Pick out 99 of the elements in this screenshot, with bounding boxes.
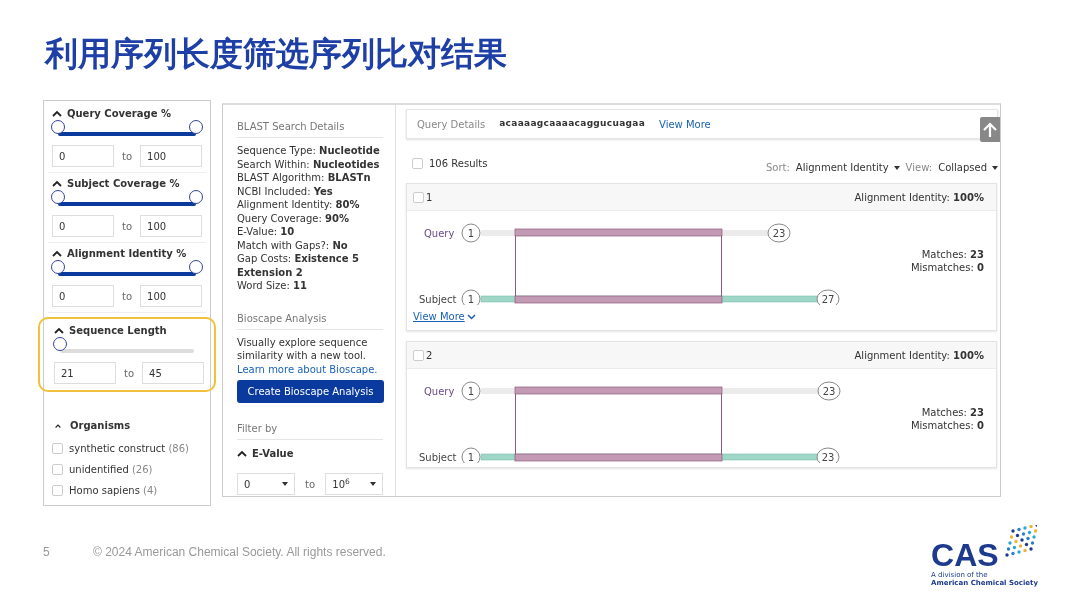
position-marker: 1 [461,223,481,243]
filter-title: Query Coverage % [67,107,171,121]
dropdown[interactable]: 0 [237,473,295,495]
position-marker: 23 [767,223,791,243]
chevron-up-icon[interactable] [52,110,62,117]
caret-icon [992,165,998,170]
slider-handle[interactable] [51,120,65,134]
sequence-text: acaaaagcaaaacaggucuagaa [499,117,646,131]
input-field[interactable]: 0 [52,145,114,167]
caret-icon [281,482,288,486]
range-separator: to [124,366,135,381]
position-marker: 1 [461,447,481,463]
input-field[interactable]: 100 [140,145,203,167]
input-field[interactable]: 100 [140,285,203,307]
section-title: Organisms [70,419,131,433]
track-label: Query [424,386,455,397]
detail-text: NCBI Included: Yes [237,184,334,198]
checkbox[interactable] [413,191,424,203]
track-label: Query [424,228,455,239]
checkbox-label[interactable]: Homo sapiens (4) [69,483,158,498]
caret-icon [370,482,376,486]
result-number: 1 [426,190,433,205]
result-number: 2 [426,348,433,363]
range-separator: to [304,477,317,492]
checkbox[interactable] [52,443,63,454]
slide-title: 利用序列长度筛选序列比对结果 [43,33,508,75]
filter-title: Alignment Identity % [67,247,187,261]
section-heading: Bioscape Analysis [237,310,383,330]
scroll-top-button[interactable] [980,117,1000,142]
mismatch-count: Mismatches: 0 [910,261,984,274]
identity-text: Alignment Identity: 100% [854,190,984,205]
checkbox-label[interactable]: unidentified (26) [69,462,153,477]
detail-text: Word Size: 11 [237,279,308,293]
detail-text: Sequence Type: Nucleotide [237,144,381,158]
mismatch-count: Mismatches: 0 [910,419,984,432]
input-field[interactable]: 21 [54,362,116,384]
create-analysis-button[interactable]: Create Bioscape Analysis [237,380,384,403]
view-more-link[interactable]: View More [413,309,476,330]
slider-handle[interactable] [51,260,65,274]
identity-text: Alignment Identity: 100% [854,348,984,363]
detail-text: Gap Costs: Existence 5 Extension 2 [237,252,360,279]
range-separator: to [122,289,133,304]
filter-title: E-Value [252,447,294,461]
copyright-text: © 2024 American Chemical Society. All rights reserved. [93,544,386,561]
logo-text: CAS [931,539,999,571]
results-count: 106 Results [429,156,488,171]
description-text: Visually explore sequence similarity with a new tool. Learn more about Bioscape. [237,335,379,376]
field-label: View: [905,161,933,175]
position-marker: 23 [817,381,841,401]
dropdown[interactable]: 10$^{6}$ [325,473,383,495]
field-label: Query Details [417,117,486,132]
dropdown[interactable]: Collapsed [938,160,998,175]
section-heading: Filter by [237,421,383,440]
detail-text: BLAST Algorithm: BLASTn [237,171,372,185]
input-field[interactable]: 100 [140,215,203,237]
checkbox[interactable] [413,349,424,361]
chevron-up-icon[interactable] [54,327,64,334]
chevron-up-icon[interactable] [237,450,247,457]
track-label: Subject [419,294,457,305]
checkbox-label[interactable]: synthetic construct (86) [69,441,189,456]
checkbox[interactable] [412,157,423,169]
caret-icon [893,165,900,170]
arrow-up-icon [983,121,997,138]
filter-title: Sequence Length [69,324,167,338]
page-number: 5 [43,544,51,561]
detail-text: Alignment Identity: 80% [237,198,361,212]
detail-text: Query Coverage: 90% [237,211,350,225]
position-marker: 1 [461,289,481,305]
slider-handle[interactable] [53,337,67,351]
input-field[interactable]: 0 [52,215,114,237]
dropdown[interactable]: Alignment Identity [795,160,900,175]
checkbox[interactable] [52,485,63,496]
field-label: Sort: [765,161,790,175]
range-separator: to [122,219,133,234]
range-separator: to [122,149,133,164]
slider-handle[interactable] [189,120,203,134]
section-heading: BLAST Search Details [237,119,383,138]
learn-more-link[interactable]: Learn more about Bioscape. [237,363,378,375]
chevron-up-icon[interactable] [54,422,62,429]
detail-text: E-Value: 10 [237,225,296,239]
slider-handle[interactable] [51,190,65,204]
chevron-up-icon[interactable] [52,250,62,257]
detail-text: Search Within: Nucleotides [237,157,381,171]
match-count: Matches: 23 [920,248,984,261]
position-marker: 27 [816,289,840,305]
input-field[interactable]: 0 [52,285,114,307]
chevron-down-icon [466,313,476,320]
position-marker: 1 [461,381,481,401]
detail-text: Match with Gaps?: No [237,238,349,252]
view-more-link[interactable]: View More [659,116,711,132]
filter-title: Subject Coverage % [67,177,180,191]
input-field[interactable]: 45 [142,362,205,384]
chevron-up-icon[interactable] [52,180,62,187]
slider-handle[interactable] [189,190,203,204]
track-label: Subject [419,452,457,463]
checkbox[interactable] [52,464,63,475]
position-marker: 23 [816,447,840,463]
match-count: Matches: 23 [920,406,984,419]
slider-handle[interactable] [189,260,203,274]
